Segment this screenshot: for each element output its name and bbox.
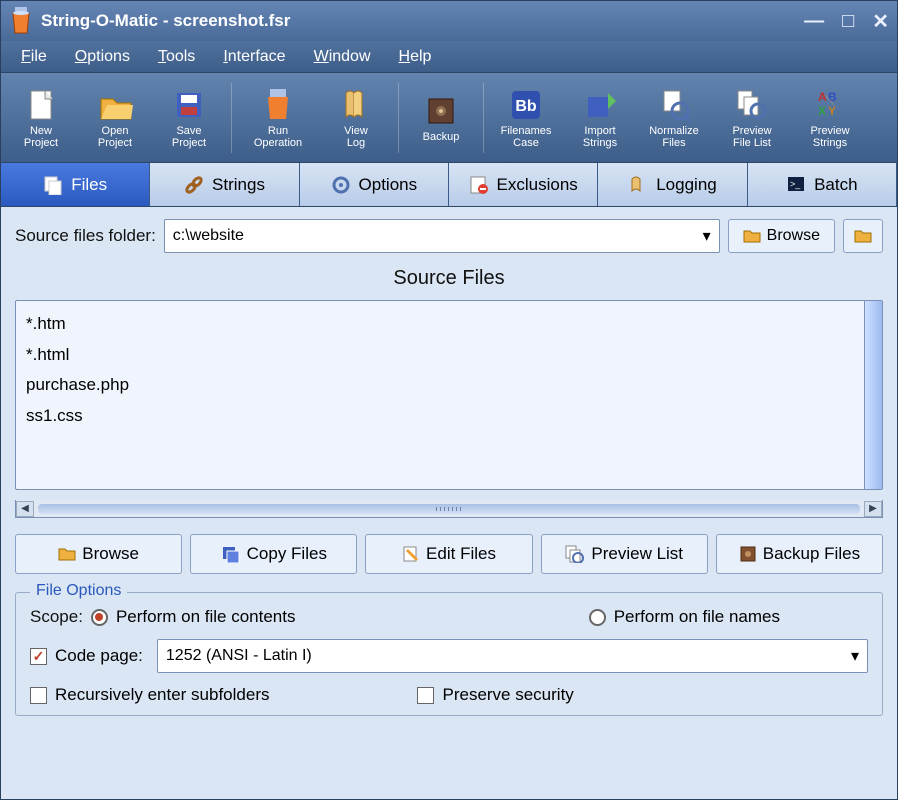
folder-icon (58, 546, 76, 562)
maximize-button[interactable]: □ (842, 10, 854, 33)
browse-folder-button[interactable]: Browse (728, 219, 835, 253)
scope-contents-radio[interactable]: Perform on file contents (91, 607, 296, 627)
tab-logging[interactable]: Logging (598, 163, 747, 206)
menu-window[interactable]: Window (300, 44, 385, 70)
toolbar-run-operation[interactable]: RunOperation (238, 77, 318, 159)
list-browse-button[interactable]: Browse (15, 534, 182, 574)
backup-files-button[interactable]: Backup Files (716, 534, 883, 574)
svg-text:>_: >_ (790, 179, 801, 189)
folder-icon (743, 228, 761, 244)
list-item[interactable]: *.htm (26, 309, 872, 340)
scroll-track[interactable] (38, 504, 860, 514)
window-title: String-O-Matic - screenshot.fsr (41, 11, 804, 31)
svg-text:Bb: Bb (515, 98, 537, 115)
backup-icon (739, 545, 757, 563)
tab-strip: FilesStringsOptionsExclusionsLogging>_Ba… (1, 163, 897, 207)
toolbar: NewProjectOpenProjectSaveProjectRunOpera… (1, 73, 897, 163)
open-folder-button[interactable] (843, 219, 883, 253)
dropdown-caret-icon: ▾ (703, 226, 711, 246)
folder-open-icon (854, 228, 872, 244)
file-options-group: File Options Scope: Perform on file cont… (15, 592, 883, 716)
tab-exclusions[interactable]: Exclusions (449, 163, 598, 206)
svg-text:B: B (828, 90, 837, 104)
close-button[interactable]: ✕ (872, 9, 889, 34)
source-folder-label: Source files folder: (15, 226, 156, 246)
tab-options[interactable]: Options (300, 163, 449, 206)
toolbar-backup[interactable]: Backup (405, 77, 477, 159)
scroll-right-arrow-icon[interactable]: ▶ (864, 501, 882, 517)
vertical-scrollbar[interactable] (864, 301, 882, 489)
tab-batch[interactable]: >_Batch (748, 163, 897, 206)
source-folder-combo[interactable]: c:\website ▾ (164, 219, 720, 253)
tab-files[interactable]: Files (1, 163, 150, 206)
edit-icon (402, 545, 420, 563)
source-folder-value: c:\website (173, 227, 244, 245)
svg-text:A: A (818, 90, 827, 104)
toolbar-import-strings[interactable]: ImportStrings (564, 77, 636, 159)
toolbar-open-project[interactable]: OpenProject (79, 77, 151, 159)
edit-files-button[interactable]: Edit Files (365, 534, 532, 574)
toolbar-preview-strings[interactable]: ABXYPreviewStrings (794, 77, 866, 159)
codepage-checkbox[interactable]: ✓ Code page: (30, 646, 143, 666)
copy-files-button[interactable]: Copy Files (190, 534, 357, 574)
toolbar-preview-file-list[interactable]: PreviewFile List (712, 77, 792, 159)
menu-options[interactable]: Options (61, 44, 144, 70)
codepage-combo[interactable]: 1252 (ANSI - Latin I) ▾ (157, 639, 868, 673)
toolbar-save-project[interactable]: SaveProject (153, 77, 225, 159)
preview-list-button[interactable]: Preview List (541, 534, 708, 574)
toolbar-view-log[interactable]: ViewLog (320, 77, 392, 159)
preview-icon (565, 545, 585, 563)
file-options-title: File Options (30, 582, 127, 600)
menu-interface[interactable]: Interface (209, 44, 299, 70)
app-icon (9, 7, 33, 35)
menu-help[interactable]: Help (385, 44, 446, 70)
menu-bar: FileOptionsToolsInterfaceWindowHelp (1, 41, 897, 73)
svg-text:Y: Y (828, 104, 836, 118)
app-window: String-O-Matic - screenshot.fsr — □ ✕ Fi… (0, 0, 898, 800)
preserve-security-checkbox[interactable]: Preserve security (417, 685, 573, 705)
copy-icon (221, 545, 241, 563)
horizontal-scrollbar[interactable]: ◀ ▶ (15, 500, 883, 518)
toolbar-new-project[interactable]: NewProject (5, 77, 77, 159)
menu-file[interactable]: File (7, 44, 61, 70)
title-bar: String-O-Matic - screenshot.fsr — □ ✕ (1, 1, 897, 41)
scope-names-radio[interactable]: Perform on file names (589, 607, 780, 627)
minimize-button[interactable]: — (804, 10, 824, 33)
list-item[interactable]: ss1.css (26, 401, 872, 432)
dropdown-caret-icon: ▾ (851, 646, 859, 666)
scroll-left-arrow-icon[interactable]: ◀ (16, 501, 34, 517)
menu-tools[interactable]: Tools (144, 44, 209, 70)
tab-strings[interactable]: Strings (150, 163, 299, 206)
source-files-heading: Source Files (15, 267, 883, 290)
list-item[interactable]: purchase.php (26, 370, 872, 401)
toolbar-filenames-case[interactable]: BbFilenamesCase (490, 77, 562, 159)
recursive-checkbox[interactable]: Recursively enter subfolders (30, 685, 269, 705)
svg-text:X: X (818, 104, 826, 118)
scope-label: Scope: (30, 607, 83, 627)
content-panel: Source files folder: c:\website ▾ Browse… (1, 207, 897, 799)
toolbar-normalize-files[interactable]: NormalizeFiles (638, 77, 710, 159)
list-item[interactable]: *.html (26, 340, 872, 371)
source-files-listbox[interactable]: *.htm*.htmlpurchase.phpss1.css (15, 300, 883, 490)
